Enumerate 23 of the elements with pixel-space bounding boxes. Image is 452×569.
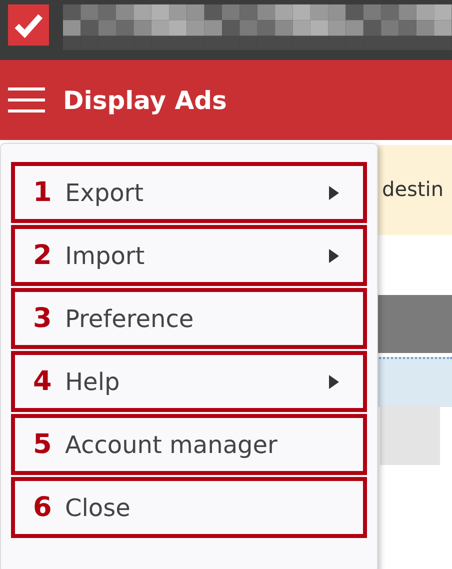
menu-item[interactable]: 3 Preference: [11, 288, 367, 349]
blurred-cell: [380, 405, 440, 465]
item-number: 1: [33, 177, 53, 208]
menu-item[interactable]: 2 Import: [11, 225, 367, 286]
item-number: 2: [33, 240, 53, 271]
menu-icon[interactable]: [8, 86, 45, 114]
item-number: 6: [33, 492, 53, 523]
checkmark-logo-icon: [8, 4, 50, 46]
menu-item[interactable]: 6 Close: [11, 477, 367, 538]
item-label: Account manager: [65, 430, 278, 458]
item-label: Preference: [65, 304, 195, 332]
item-number: 4: [33, 366, 53, 397]
item-label: Close: [65, 494, 132, 522]
item-number: 3: [33, 303, 53, 334]
menu-item[interactable]: 5 Account manager: [11, 414, 367, 475]
menu-item[interactable]: 1 Export: [11, 162, 367, 223]
item-number: 5: [33, 429, 53, 460]
item-label: Import: [65, 242, 146, 270]
app-title: Display Ads: [63, 86, 227, 114]
banner-text: destin: [382, 177, 444, 201]
menu-item[interactable]: 4 Help: [11, 351, 367, 412]
item-label: Help: [65, 368, 121, 396]
item-label: Export: [65, 178, 145, 206]
